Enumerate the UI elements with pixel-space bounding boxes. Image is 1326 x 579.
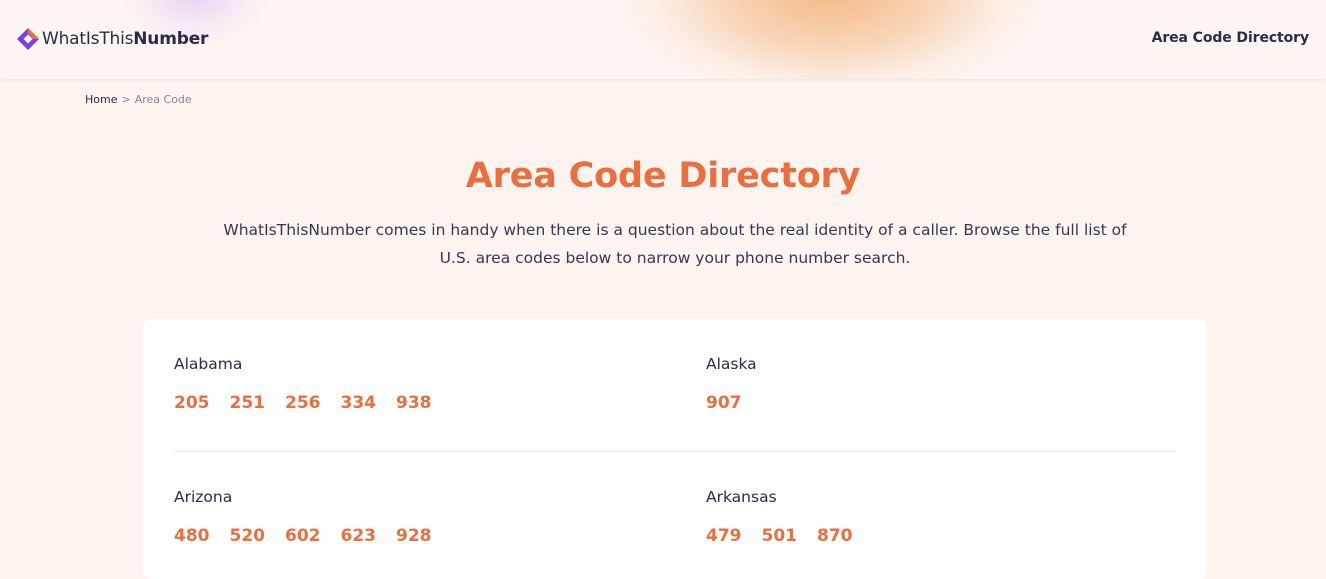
logo-icon [17,28,39,50]
area-code-list: 907 [706,393,762,413]
area-code-link[interactable]: 251 [230,393,266,413]
state-block-arizona: Arizona 480 520 602 623 928 [174,488,452,546]
breadcrumb-home-link[interactable]: Home [85,93,117,106]
area-code-link[interactable]: 870 [817,526,853,546]
area-code-link[interactable]: 623 [341,526,377,546]
area-code-link[interactable]: 928 [396,526,432,546]
area-code-link[interactable]: 205 [174,393,210,413]
breadcrumb-current: Area Code [134,93,192,106]
area-code-link[interactable]: 501 [762,526,798,546]
state-block-alaska: Alaska 907 [706,355,762,413]
area-code-link[interactable]: 938 [396,393,432,413]
breadcrumb: Home > Area Code [85,93,192,106]
area-code-card: Alabama 205 251 256 334 938 Alaska 907 A… [143,319,1207,579]
area-code-list: 205 251 256 334 938 [174,393,452,413]
state-block-arkansas: Arkansas 479 501 870 [706,488,873,546]
area-code-link[interactable]: 334 [341,393,377,413]
area-code-list: 479 501 870 [706,526,873,546]
breadcrumb-separator: > [121,93,131,106]
site-header: WhatIsThisNumber Area Code Directory [0,0,1326,79]
area-code-link[interactable]: 602 [285,526,321,546]
area-code-link[interactable]: 480 [174,526,210,546]
state-name: Arizona [174,488,233,506]
area-code-link[interactable]: 479 [706,526,742,546]
area-code-link[interactable]: 520 [230,526,266,546]
state-block-alabama: Alabama 205 251 256 334 938 [174,355,452,413]
site-logo[interactable]: WhatIsThisNumber [16,27,208,51]
intro-text: WhatIsThisNumber comes in handy when the… [213,216,1137,272]
area-code-list: 480 520 602 623 928 [174,526,452,546]
state-name: Alaska [706,355,757,373]
area-code-link[interactable]: 907 [706,393,742,413]
nav-area-code-directory[interactable]: Area Code Directory [1152,30,1310,46]
page-title: Area Code Directory [465,156,861,196]
state-name: Arkansas [706,488,777,506]
area-code-link[interactable]: 256 [285,393,321,413]
state-name: Alabama [174,355,243,373]
decorative-blob [620,0,1040,79]
logo-wordmark: WhatIsThisNumber [42,29,209,49]
intro-line: U.S. area codes below to narrow your pho… [439,249,911,267]
row-divider [174,451,1176,452]
intro-line: WhatIsThisNumber comes in handy when the… [223,221,1127,239]
